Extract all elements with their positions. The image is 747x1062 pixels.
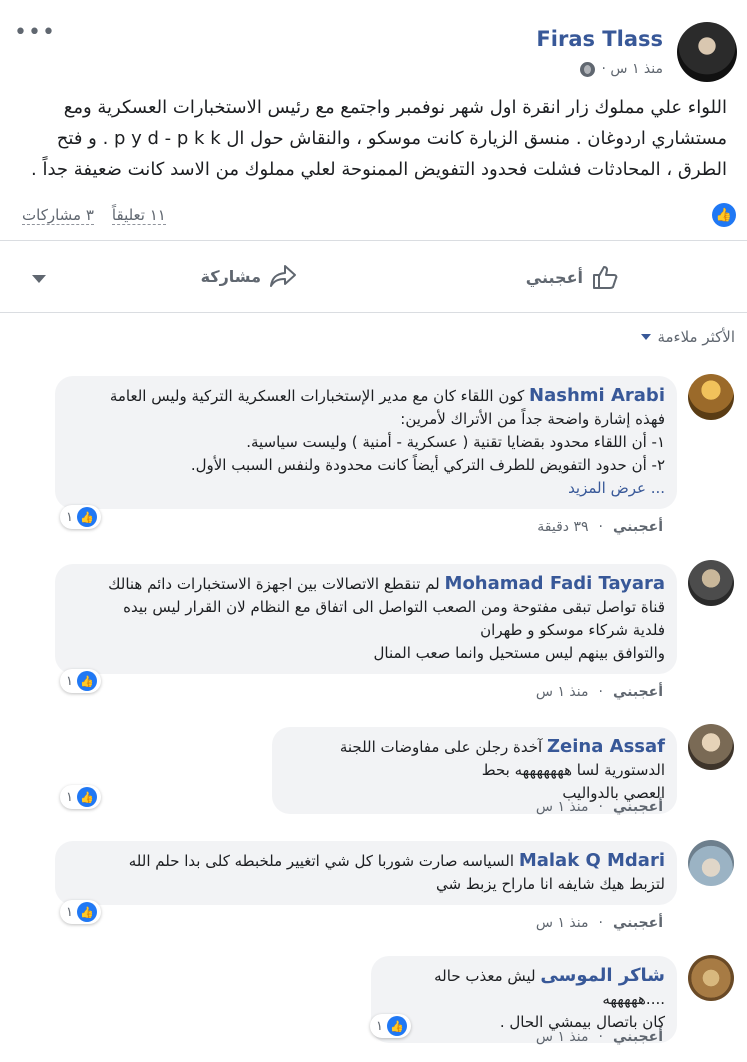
comment-text: ٢- أن حدود التفويض للطرف التركي أيضاً كا… — [190, 456, 665, 474]
comments-count[interactable]: ١١ تعليقاً — [111, 206, 166, 225]
commenter-avatar[interactable] — [688, 374, 734, 420]
commenter-name[interactable]: Mohamad Fadi Tayara — [445, 573, 665, 594]
post-actions: أعجبني مشاركة — [0, 256, 747, 308]
commenter-name[interactable]: Malak Q Mdari — [519, 850, 665, 871]
comment-text: فلدية شركاء موسكو و طهران — [480, 621, 665, 639]
comment-text: السياسه صارت شوربا كل شي اتغيير ملخبطه ك… — [128, 852, 515, 870]
comment-like-link[interactable]: أعجبني — [613, 684, 663, 700]
reaction-number: ١ — [66, 673, 73, 689]
like-icon: 👍 — [386, 1016, 407, 1036]
audience-dropdown-icon[interactable] — [32, 275, 46, 283]
more-options-icon[interactable]: ••• — [14, 20, 56, 45]
thumbs-up-icon — [593, 266, 618, 289]
like-button[interactable]: أعجبني — [526, 264, 619, 290]
comment-text: قناة تواصل تبقى مفتوحة ومن الصعب التواصل… — [123, 598, 665, 616]
comment-sort[interactable]: الأكثر ملاءمة — [641, 328, 735, 346]
comment-footer: أعجبني · منذ ١ س — [535, 799, 663, 815]
commenter-name[interactable]: Nashmi Arabi — [529, 385, 665, 406]
reaction-number: ١ — [66, 904, 73, 920]
divider — [0, 240, 747, 241]
post-meta: منذ ١ س · — [580, 61, 663, 77]
divider — [0, 312, 747, 313]
sort-label: الأكثر ملاءمة — [657, 328, 735, 346]
like-reaction-icon[interactable]: 👍 — [712, 203, 736, 227]
commenter-avatar[interactable] — [688, 560, 734, 606]
like-icon: 👍 — [76, 671, 97, 691]
comment-footer: أعجبني · منذ ١ س — [535, 684, 663, 700]
reaction-number: ١ — [66, 789, 73, 805]
post-author[interactable]: Firas Tlass — [536, 27, 663, 51]
caret-down-icon — [641, 334, 652, 340]
globe-icon — [580, 61, 596, 77]
shares-count[interactable]: ٣ مشاركات — [22, 206, 94, 225]
comment-bubble: Malak Q Mdari السياسه صارت شوربا كل شي ا… — [55, 841, 677, 905]
comment-like-link[interactable]: أعجبني — [613, 1029, 663, 1045]
comment-bubble: Nashmi Arabi كون اللقاء كان مع مدير الإس… — [55, 376, 677, 509]
comment-like-link[interactable]: أعجبني — [613, 915, 663, 931]
commenter-name[interactable]: شاكر الموسى — [540, 965, 665, 986]
author-avatar[interactable] — [677, 22, 737, 82]
comment-bubble: Mohamad Fadi Tayara لم تنقطع الاتصالات ب… — [55, 564, 677, 674]
comment-text: والتوافق بينهم ليس مستحيل وانما صعب المن… — [373, 644, 665, 662]
commenter-avatar[interactable] — [688, 840, 734, 886]
comment-like-link[interactable]: أعجبني — [613, 799, 663, 815]
reaction-number: ١ — [376, 1018, 383, 1034]
post-time[interactable]: منذ ١ س · — [601, 61, 663, 77]
reaction-count[interactable]: ١ 👍 — [60, 669, 101, 693]
reaction-count[interactable]: ١ 👍 — [60, 505, 101, 529]
comment-text: ١- أن اللقاء محدود بقضايا تقنية ( عسكرية… — [246, 433, 665, 451]
comment-time[interactable]: منذ ١ س — [536, 799, 589, 815]
comment-text: فهذه إشارة واضحة جداً من الأتراك لأمرين: — [400, 410, 665, 428]
comment-footer: أعجبني · منذ ١ س — [535, 1029, 663, 1045]
comment-footer: أعجبني · ٣٩ دقيقة — [537, 519, 663, 535]
see-more-link[interactable]: ... عرض المزيد — [67, 477, 665, 500]
like-icon: 👍 — [76, 787, 97, 807]
commenter-avatar[interactable] — [688, 724, 734, 770]
post-stats: ١١ تعليقاً ٣ مشاركات — [22, 206, 166, 225]
comment-footer: أعجبني · منذ ١ س — [535, 915, 663, 931]
comment-text: لم تنقطع الاتصالات بين اجهزة الاستخبارات… — [108, 575, 440, 593]
commenter-name[interactable]: Zeina Assaf — [547, 736, 665, 757]
share-button[interactable]: مشاركة — [201, 264, 297, 288]
reaction-number: ١ — [66, 509, 73, 525]
share-arrow-icon — [270, 265, 296, 287]
share-label: مشاركة — [200, 266, 261, 286]
like-icon: 👍 — [76, 507, 97, 527]
comment-time[interactable]: منذ ١ س — [536, 915, 589, 931]
commenter-avatar[interactable] — [688, 955, 734, 1001]
comment-time[interactable]: منذ ١ س — [536, 684, 589, 700]
post-text: اللواء علي مملوك زار انقرة اول شهر نوفمب… — [31, 97, 727, 180]
comment-like-link[interactable]: أعجبني — [613, 519, 663, 535]
reaction-count[interactable]: ١ 👍 — [370, 1014, 411, 1038]
comment-text: كون اللقاء كان مع مدير الإستخبارات العسك… — [109, 387, 525, 405]
reaction-count[interactable]: ١ 👍 — [60, 785, 101, 809]
comment-time[interactable]: منذ ١ س — [536, 1029, 589, 1045]
like-label: أعجبني — [525, 267, 583, 287]
like-icon: 👍 — [76, 902, 97, 922]
comment-time[interactable]: ٣٩ دقيقة — [537, 519, 588, 535]
comment-text: لتزبط هيك شايفه انا ماراح يزبط شي — [436, 875, 665, 893]
reaction-count[interactable]: ١ 👍 — [60, 900, 101, 924]
